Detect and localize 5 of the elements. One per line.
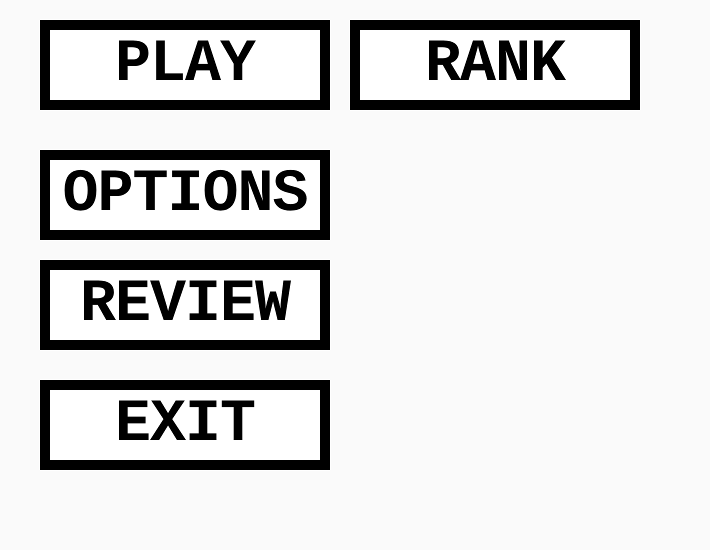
menu-button[interactable]: RANK [350, 20, 640, 110]
menu-button[interactable]: EXIT [40, 380, 330, 470]
menu-button[interactable]: OPTIONS [40, 150, 330, 240]
menu-button[interactable]: REVIEW [40, 260, 330, 350]
menu-button[interactable]: PLAY [40, 20, 330, 110]
